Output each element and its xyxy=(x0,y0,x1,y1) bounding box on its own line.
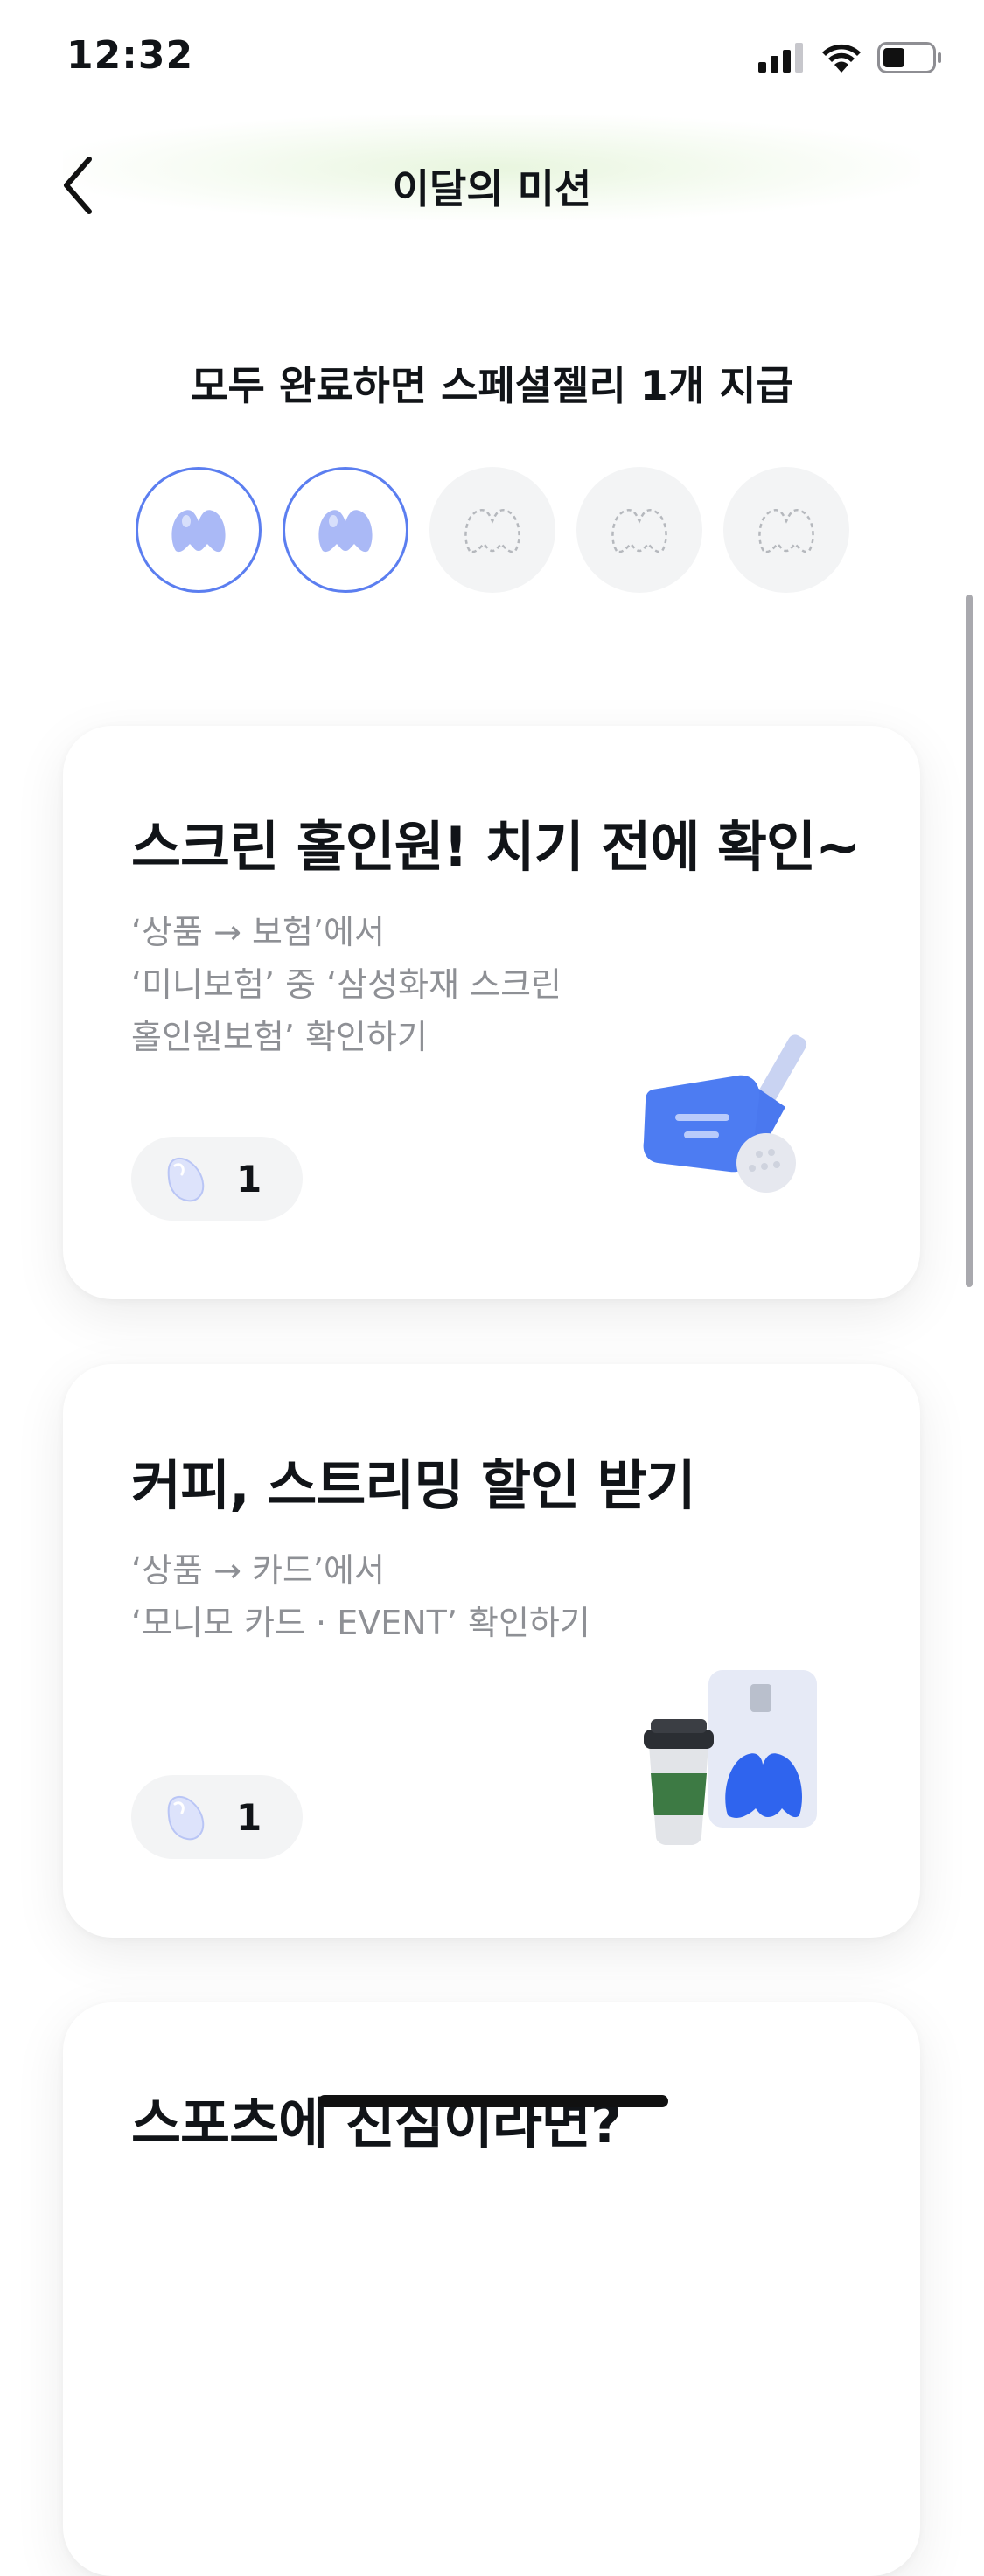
cellular-signal-icon xyxy=(758,43,803,73)
mission-description: ‘상품 → 보험’에서 ‘미니보험’ 중 ‘삼성화재 스크린 홀인원보험’ 확인… xyxy=(131,906,562,1063)
jelly-slot-collected xyxy=(136,467,262,593)
jelly-icon xyxy=(318,510,373,553)
mission-description: ‘상품 → 카드’에서 ‘모니모 카드 · EVENT’ 확인하기 xyxy=(131,1544,590,1649)
jelly-slot-empty xyxy=(576,467,702,593)
mission-card-coffee[interactable]: 커피, 스트리밍 할인 받기 ‘상품 → 카드’에서 ‘모니모 카드 · EVE… xyxy=(63,1364,920,1938)
jelly-slot-empty xyxy=(429,467,555,593)
golf-club-icon xyxy=(643,1034,807,1193)
jelly-outline-icon xyxy=(611,508,667,553)
jelly-slot-collected xyxy=(283,467,408,593)
jelly-outline-icon xyxy=(464,508,520,553)
status-icons xyxy=(758,42,942,73)
reward-badge: 1 xyxy=(131,1775,303,1859)
status-time: 12:32 xyxy=(66,33,194,78)
jelly-drop-icon xyxy=(167,1158,205,1202)
mission-description-line: 홀인원보험’ 확인하기 xyxy=(131,1018,428,1056)
wifi-icon xyxy=(822,44,861,73)
jelly-outline-icon xyxy=(758,508,814,553)
jelly-slot-empty xyxy=(723,467,849,593)
mission-title: 스포츠에 진심이라면? xyxy=(131,2092,622,2155)
mission-description-line: ‘모니모 카드 · EVENT’ 확인하기 xyxy=(131,1604,590,1642)
scroll-indicator[interactable] xyxy=(966,595,973,1287)
jelly-drop-icon xyxy=(167,1796,205,1841)
reward-badge: 1 xyxy=(131,1137,303,1221)
reward-count: 1 xyxy=(236,1795,262,1839)
mission-title: 커피, 스트리밍 할인 받기 xyxy=(131,1453,696,1517)
battery-icon xyxy=(877,42,941,73)
progress-title: 모두 완료하면 스페셜젤리 1개 지급 xyxy=(191,362,793,409)
mission-title: 스크린 홀인원! 치기 전에 확인~ xyxy=(131,815,861,879)
status-bar: 12:32 xyxy=(0,0,984,114)
page-title: 이달의 미션 xyxy=(392,165,592,212)
coffee-card-icon xyxy=(644,1670,817,1845)
mission-card-sports[interactable]: 스포츠에 진심이라면? xyxy=(63,2002,920,2576)
home-indicator xyxy=(318,2095,668,2107)
mission-description-line: ‘상품 → 보험’에서 xyxy=(131,913,385,951)
mission-card-golf[interactable]: 스크린 홀인원! 치기 전에 확인~ ‘상품 → 보험’에서 ‘미니보험’ 중 … xyxy=(63,726,920,1299)
jelly-icon xyxy=(171,510,226,553)
reward-count: 1 xyxy=(236,1157,262,1201)
jelly-progress-row xyxy=(136,467,849,593)
mission-description-line: ‘상품 → 카드’에서 xyxy=(131,1551,385,1590)
mission-description-line: ‘미니보험’ 중 ‘삼성화재 스크린 xyxy=(131,965,562,1004)
